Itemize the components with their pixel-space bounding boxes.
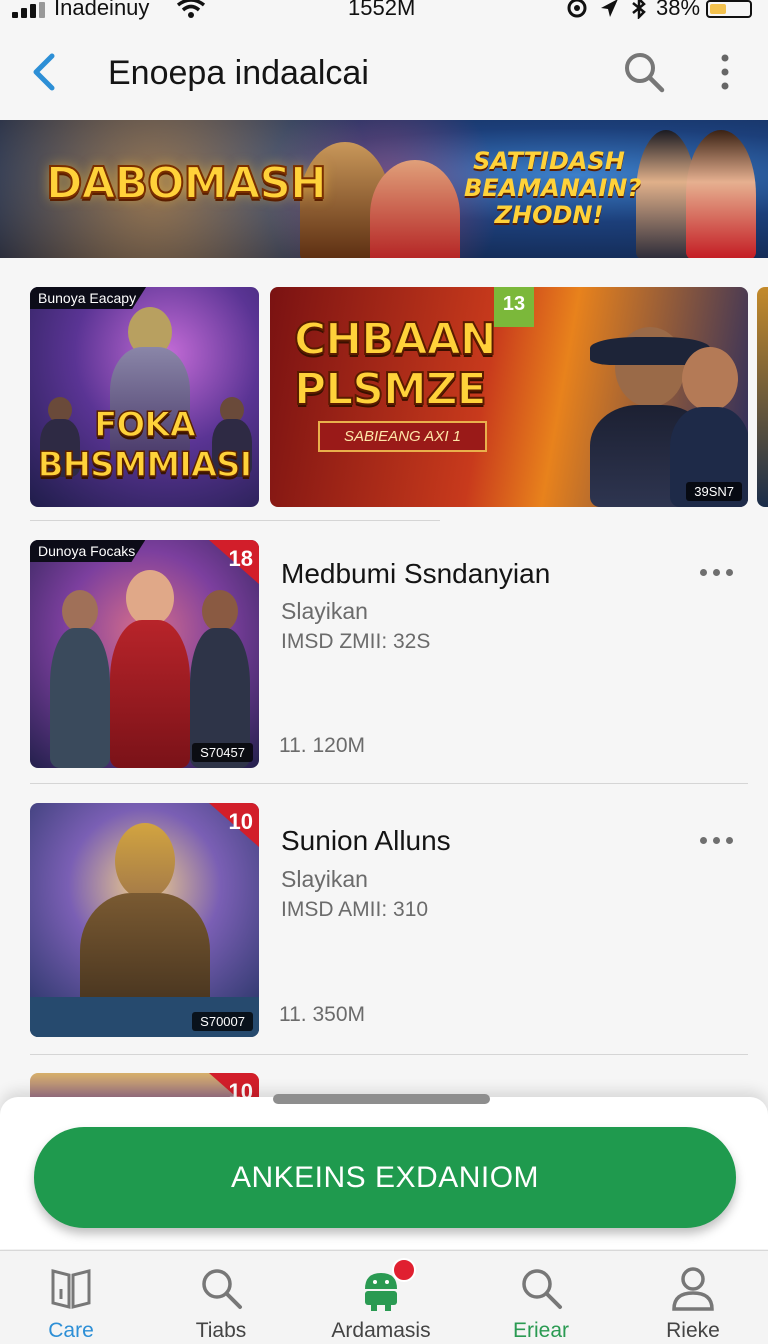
corner-badge: 18: [228, 546, 253, 571]
back-arrow-icon[interactable]: [26, 50, 62, 94]
nav-label: Care: [48, 1319, 94, 1342]
card-title: CHBAAN PLSMZE: [293, 314, 498, 416]
nav-tab-ardamasis[interactable]: Ardamasis: [306, 1251, 456, 1344]
card-title: FOKA BHSMMIASI: [37, 404, 253, 486]
page-title: Enoepa indaalcai: [108, 54, 369, 92]
app-size: 11. 350M: [279, 1003, 365, 1026]
nav-label: Rieke: [666, 1319, 720, 1342]
primary-action-button[interactable]: ANKEINS EXDANIOM: [34, 1127, 736, 1228]
app-meta: IMSD AMII: 310: [281, 898, 429, 921]
status-bar: Inadeinuy 1552M 38%: [0, 0, 768, 24]
search-icon: [202, 1269, 242, 1309]
nav-tab-eriear[interactable]: Eriear: [466, 1251, 616, 1344]
person-icon: [672, 1267, 714, 1311]
notification-badge: [392, 1258, 416, 1282]
app-name: Medbumi Ssndanyian: [281, 558, 551, 589]
nav-tab-tiabs[interactable]: Tiabs: [146, 1251, 296, 1344]
banner-promo-text: SATTIDASH BEAMANAIN? ZHODN!: [464, 147, 642, 229]
corner-badge: 10: [228, 809, 253, 834]
divider: [30, 520, 440, 521]
search-icon: [522, 1269, 562, 1309]
app-thumbnail: 10 S70007: [30, 803, 259, 1037]
card-badge: 39SN7: [686, 482, 742, 501]
app-bar: Enoepa indaalcai: [0, 30, 768, 116]
age-rating-badge: 13: [494, 287, 534, 327]
carrier-name: Inadeinuy: [54, 0, 150, 20]
app-publisher: Slayikan: [281, 866, 368, 892]
promo-banner[interactable]: DABOMASH SATTIDASH BEAMANAIN? ZHODN!: [0, 120, 768, 258]
battery-icon: [706, 0, 752, 18]
card-ribbon: SABIEANG AXI 1: [318, 421, 487, 452]
banner-logo: DABOMASH: [45, 157, 328, 210]
divider: [30, 1054, 748, 1055]
battery-percent: 38%: [656, 0, 701, 20]
signal-icon: [12, 2, 45, 18]
divider: [30, 783, 748, 784]
featured-card-partial[interactable]: [757, 287, 768, 507]
more-options-icon[interactable]: [700, 569, 733, 576]
wifi-icon: [176, 0, 206, 18]
nav-tab-care[interactable]: Care: [0, 1251, 146, 1344]
card-tag: Bunoya Eacapy: [30, 287, 147, 309]
nav-label: Tiabs: [195, 1319, 247, 1342]
alarm-icon: [567, 0, 587, 18]
thumbnail-badge: S70007: [192, 1012, 253, 1031]
bluetooth-icon: [632, 0, 646, 19]
nav-label: Eriear: [512, 1319, 570, 1342]
app-screen: Inadeinuy 1552M 38% Enoepa indaalcai DAB…: [0, 0, 768, 1344]
thumbnail-badge: S70457: [192, 743, 253, 762]
overflow-menu-icon[interactable]: [716, 52, 734, 92]
more-options-icon[interactable]: [700, 837, 733, 844]
app-size: 11. 120M: [279, 734, 365, 757]
clock-time: 1552M: [348, 0, 416, 20]
featured-card[interactable]: CHBAAN PLSMZE SABIEANG AXI 1 13 39SN7: [270, 287, 748, 507]
book-icon: [51, 1269, 91, 1309]
thumbnail-tag: Dunoya Focaks: [30, 540, 146, 562]
banner-character: [686, 130, 756, 258]
nav-tab-rieke[interactable]: Rieke: [618, 1251, 768, 1344]
featured-card[interactable]: Bunoya Eacapy FOKA BHSMMIASI: [30, 287, 259, 507]
app-meta: IMSD ZMII: 32S: [281, 630, 431, 653]
app-publisher: Slayikan: [281, 598, 368, 624]
location-icon: [601, 0, 618, 17]
nav-label: Ardamasis: [331, 1319, 431, 1342]
app-name: Sunion Alluns: [281, 825, 451, 856]
app-thumbnail: Dunoya Focaks 18 S70457: [30, 540, 259, 768]
sheet-grabber[interactable]: [273, 1094, 490, 1104]
bottom-navigation: Care Tiabs Ardamasis Eriear Rieke: [0, 1250, 768, 1344]
search-icon[interactable]: [622, 50, 666, 94]
